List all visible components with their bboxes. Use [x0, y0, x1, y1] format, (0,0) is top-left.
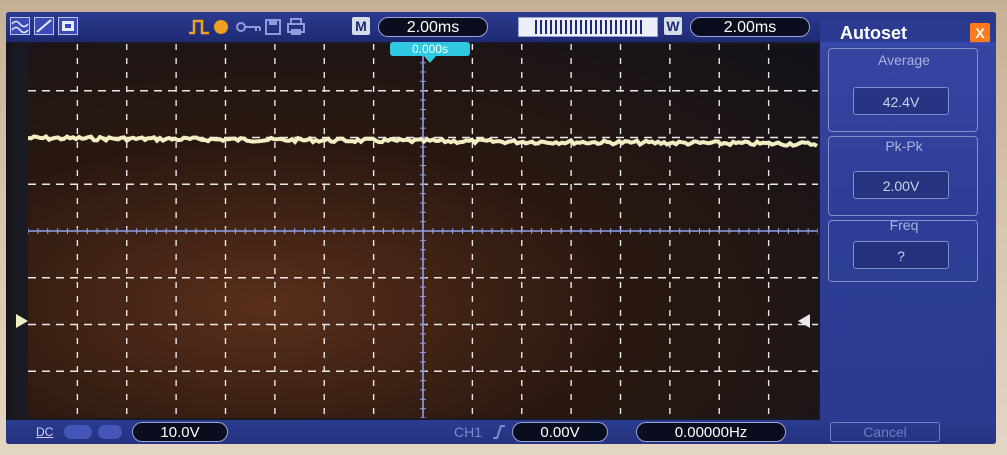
coupling-label: DC: [36, 425, 54, 439]
close-button[interactable]: X: [970, 23, 990, 43]
edge-icon[interactable]: [34, 17, 54, 35]
menu-item-average[interactable]: Average 42.4V: [828, 48, 978, 132]
rising-edge-icon: [492, 425, 506, 439]
frequency-readout: 0.00000Hz: [636, 422, 786, 442]
channel-ground-marker[interactable]: [16, 314, 28, 328]
trigger-run-icon: [214, 20, 228, 34]
window-timebase-readout[interactable]: 2.00ms: [690, 17, 810, 37]
trigger-level-marker[interactable]: [798, 314, 810, 328]
cancel-label: Cancel: [863, 424, 907, 440]
menu-title: Autoset: [840, 23, 907, 43]
printer-icon: [286, 18, 306, 36]
average-title: Average: [878, 52, 930, 68]
memory-bar: [518, 17, 658, 37]
menu-item-pk-pk[interactable]: Pk-Pk 2.00V: [828, 136, 978, 216]
waveform-icon[interactable]: [10, 17, 30, 35]
average-value: 42.4V: [853, 87, 949, 115]
menu-item-freq[interactable]: Freq ?: [828, 217, 978, 282]
timebase-readout[interactable]: 2.00ms: [378, 17, 488, 37]
channel-indicator-icon: [64, 425, 92, 439]
cancel-button[interactable]: Cancel: [830, 422, 940, 442]
waveform-display: [27, 43, 819, 419]
window-label: W: [664, 17, 682, 35]
pk-pk-title: Pk-Pk: [885, 138, 923, 154]
save-icon: [264, 18, 282, 36]
bandwidth-icon: [98, 425, 122, 439]
measure-menu-panel: Average 42.4V Pk-Pk 2.00V Freq ?: [820, 42, 996, 420]
oscilloscope-screen: M 2.00ms W 2.00ms 0.000s Autoset X Avera…: [6, 12, 996, 444]
trigger-level-readout[interactable]: 0.00V: [512, 422, 608, 442]
graticule: [27, 43, 819, 419]
freq-title: Freq: [889, 217, 919, 233]
memory-window-indicator: [535, 20, 643, 34]
freq-value: ?: [853, 241, 949, 269]
channel-label: CH1: [454, 424, 483, 440]
trigger-position-marker[interactable]: 0.000s: [390, 42, 470, 56]
display-icon[interactable]: [58, 17, 78, 35]
close-icon: X: [975, 25, 985, 41]
trigger-position-label: 0.000s: [411, 42, 449, 56]
pulse-icon: [188, 17, 210, 37]
trigger-pointer-icon: [424, 56, 436, 63]
volts-per-div-readout[interactable]: 10.0V: [132, 422, 228, 442]
mode-label: M: [352, 17, 370, 35]
key-icon: [236, 20, 262, 34]
pk-pk-value: 2.00V: [853, 171, 949, 199]
bottom-status-bar: DC 10.0V CH1 0.00V 0.00000Hz Cancel: [6, 420, 996, 444]
